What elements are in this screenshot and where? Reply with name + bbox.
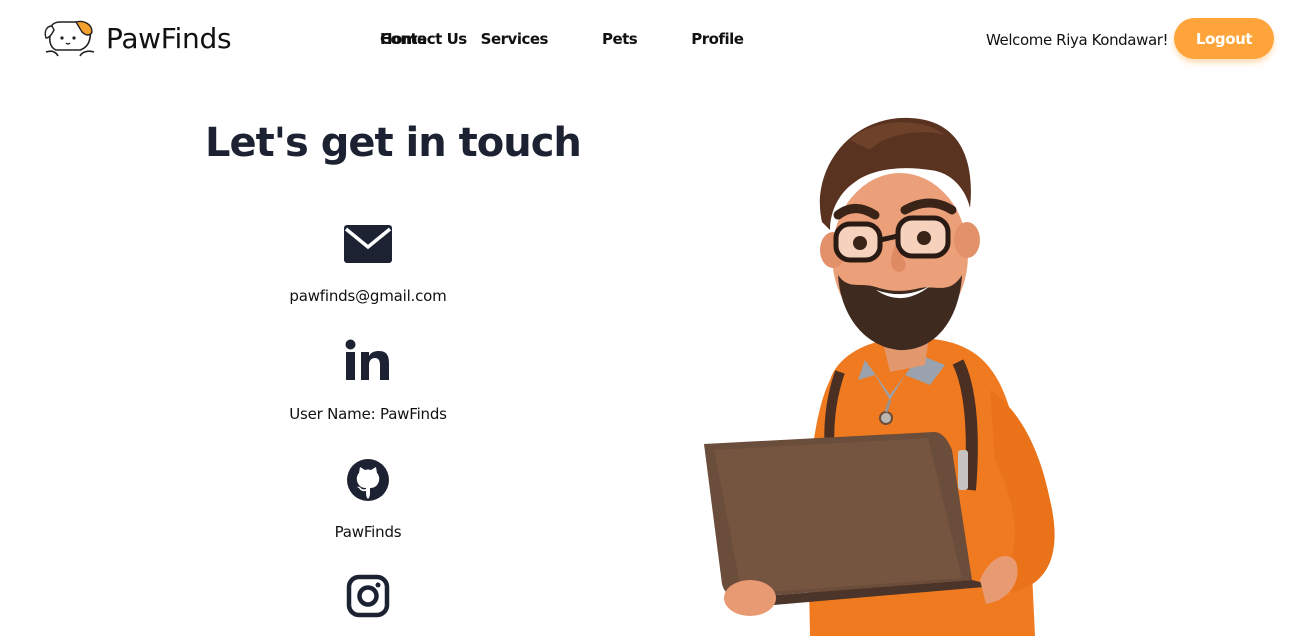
- linkedin-icon[interactable]: [343, 338, 393, 388]
- welcome-message: Welcome Riya Kondawar!: [986, 31, 1169, 49]
- email-address[interactable]: pawfinds@gmail.com: [168, 287, 568, 305]
- instagram-icon[interactable]: [343, 572, 393, 622]
- contact-section: Let's get in touch pawfinds@gmail.com Us…: [0, 0, 735, 636]
- github-username[interactable]: PawFinds: [168, 523, 568, 541]
- developer-illustration: [704, 117, 1055, 636]
- page-title: Let's get in touch: [205, 120, 582, 166]
- logout-button[interactable]: Logout: [1174, 18, 1274, 59]
- github-icon[interactable]: [343, 455, 393, 505]
- linkedin-username[interactable]: User Name: PawFinds: [168, 405, 568, 423]
- email-icon[interactable]: [343, 220, 393, 270]
